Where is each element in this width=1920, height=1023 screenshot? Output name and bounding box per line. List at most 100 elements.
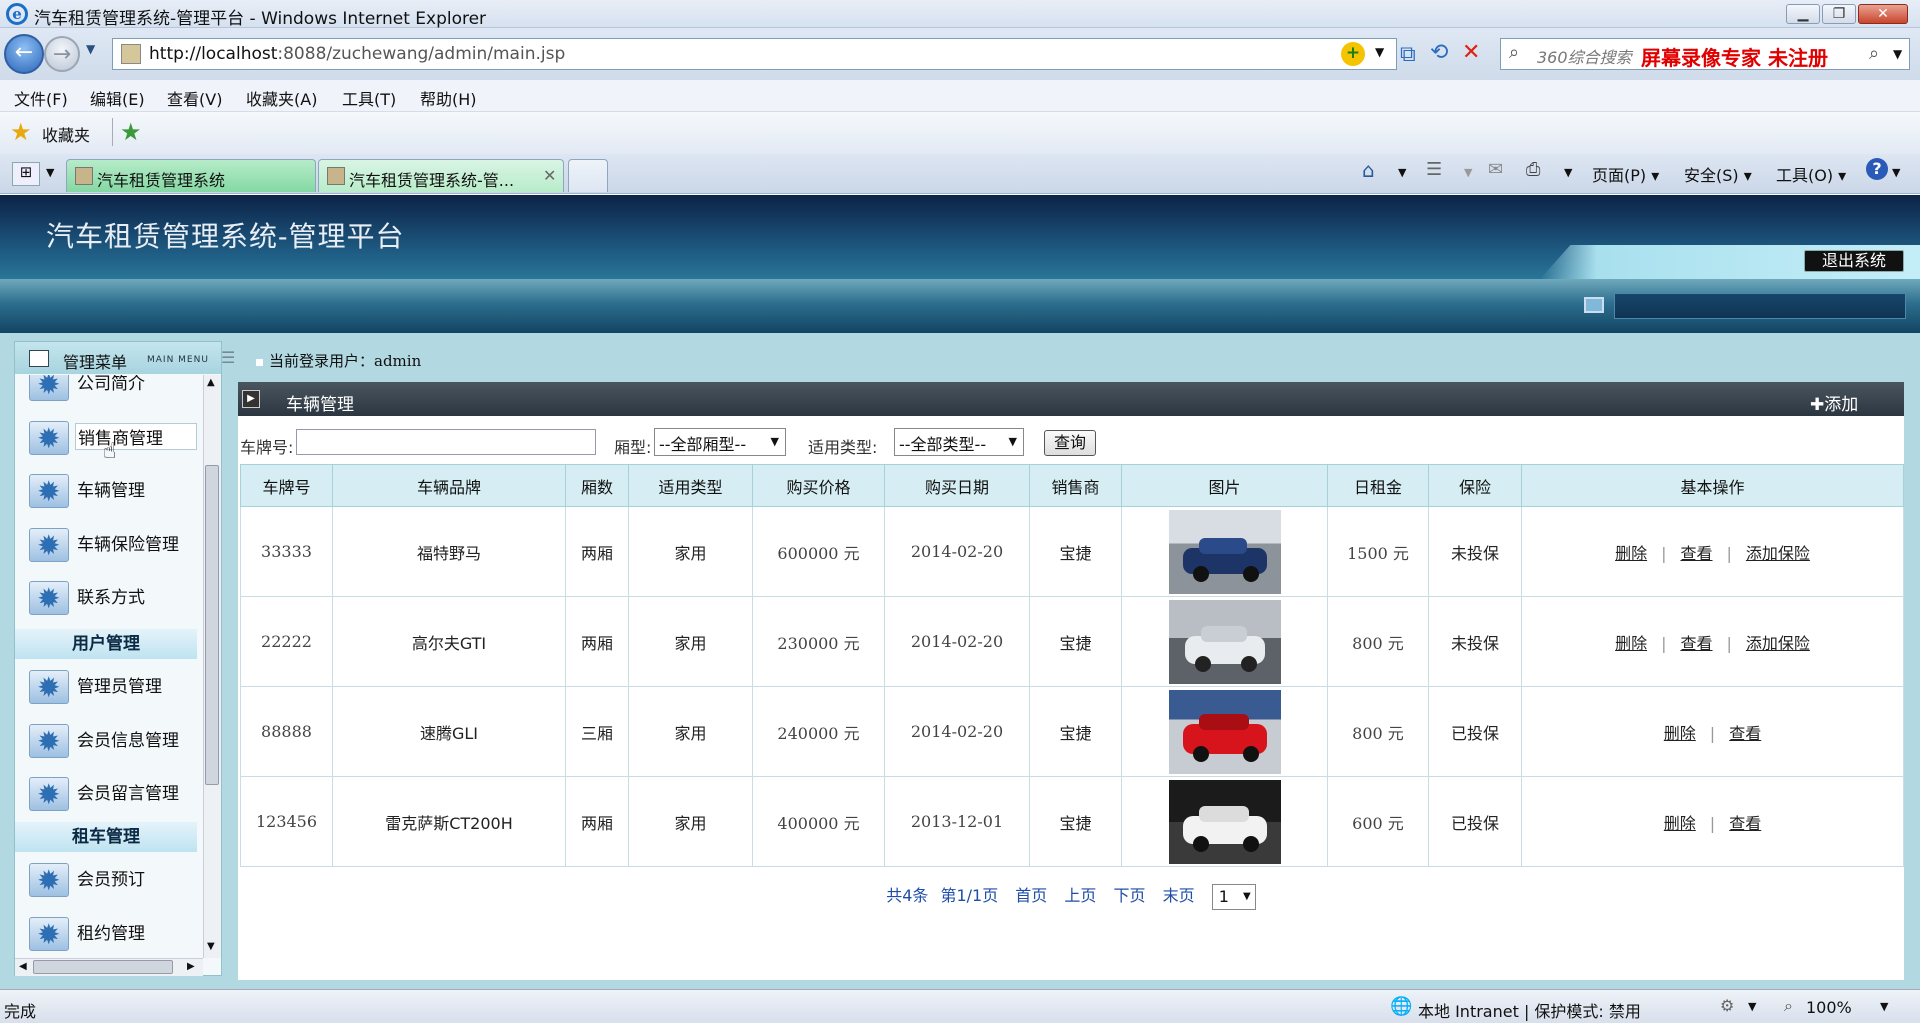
- feeds-icon[interactable]: ☰: [1426, 159, 1442, 180]
- delete-link[interactable]: 删除: [1615, 634, 1647, 653]
- feeds-dropdown-icon[interactable]: ▼: [1464, 166, 1472, 179]
- delete-link[interactable]: 删除: [1664, 814, 1696, 833]
- menu-view[interactable]: 查看(V): [167, 86, 222, 110]
- compat-icon[interactable]: +: [1341, 42, 1365, 66]
- tab-home[interactable]: 汽车租赁管理系统: [66, 159, 316, 192]
- sidebar-horizontal-scrollbar[interactable]: ◀ ▶: [15, 958, 203, 976]
- current-user: admin: [374, 352, 422, 370]
- sidebar-item-company[interactable]: 公司简介: [29, 375, 203, 405]
- add-insurance-link[interactable]: 添加保险: [1746, 544, 1810, 563]
- delete-link[interactable]: 删除: [1664, 724, 1696, 743]
- sidebar-item-admins[interactable]: 管理员管理: [29, 664, 203, 708]
- help-dropdown-icon[interactable]: ▼: [1892, 166, 1900, 179]
- address-field[interactable]: http://localhost:8088/zuchewang/admin/ma…: [112, 38, 1397, 70]
- minimize-button[interactable]: ▁: [1786, 4, 1820, 24]
- address-url[interactable]: http://localhost:8088/zuchewang/admin/ma…: [149, 44, 565, 64]
- search-field[interactable]: ⌕ 360综合搜索 屏幕录像专家 未注册 ⌕ ▼: [1500, 38, 1910, 70]
- menu-edit[interactable]: 编辑(E): [90, 86, 145, 110]
- protected-mode-icon[interactable]: ⚙: [1720, 996, 1734, 1015]
- tab-close-icon[interactable]: ✕: [543, 166, 556, 185]
- view-link[interactable]: 查看: [1729, 724, 1761, 743]
- compatibility-view-icon[interactable]: ⧉: [1400, 42, 1416, 67]
- scroll-up-icon[interactable]: ▲: [207, 377, 215, 388]
- sidebar-item-dealer[interactable]: 销售商管理☝: [29, 415, 203, 464]
- print-icon[interactable]: ⎙: [1526, 159, 1540, 180]
- tab-list-dropdown-icon[interactable]: ▼: [46, 166, 54, 179]
- plate-input[interactable]: [296, 429, 596, 455]
- menu-favorites[interactable]: 收藏夹(A): [246, 86, 317, 110]
- sidebar-item-bookings[interactable]: 会员预订: [29, 857, 203, 901]
- sidebar-item-leases[interactable]: 租约管理: [29, 911, 203, 955]
- refresh-icon[interactable]: ⟲: [1430, 40, 1448, 65]
- view-link[interactable]: 查看: [1680, 634, 1712, 653]
- sidebar-section-user[interactable]: 用户管理: [15, 629, 197, 659]
- zoom-level[interactable]: 100%: [1806, 998, 1852, 1017]
- scroll-down-icon[interactable]: ▼: [207, 941, 215, 952]
- query-button[interactable]: 查询: [1044, 430, 1096, 456]
- scroll-left-icon[interactable]: ◀: [19, 961, 27, 972]
- logout-button[interactable]: 退出系统: [1804, 250, 1904, 272]
- maximize-button[interactable]: ❐: [1822, 4, 1856, 24]
- hscroll-thumb[interactable]: [33, 960, 173, 974]
- car-photo[interactable]: [1168, 689, 1281, 774]
- car-photo[interactable]: [1168, 599, 1281, 684]
- safety-menu[interactable]: 安全(S) ▾: [1684, 162, 1752, 186]
- cell-insurance: 已投保: [1428, 776, 1522, 867]
- protected-dropdown-icon[interactable]: ▼: [1748, 1000, 1756, 1013]
- view-link[interactable]: 查看: [1680, 544, 1712, 563]
- mail-icon[interactable]: ✉: [1488, 159, 1503, 180]
- add-vehicle-button[interactable]: ✚添加: [1810, 390, 1858, 415]
- help-icon[interactable]: ?: [1866, 158, 1888, 180]
- page-select[interactable]: 1: [1211, 883, 1256, 910]
- menu-tools[interactable]: 工具(T): [342, 86, 396, 110]
- sidebar-item-insurance[interactable]: 车辆保险管理: [29, 522, 203, 566]
- scroll-thumb[interactable]: [205, 465, 219, 785]
- favorites-button[interactable]: 收藏夹: [42, 122, 90, 146]
- security-zone[interactable]: 本地 Intranet | 保护模式: 禁用: [1418, 998, 1641, 1022]
- tab-admin[interactable]: 汽车租赁管理系统-管... ✕: [318, 159, 564, 192]
- history-dropdown-icon[interactable]: ▼: [86, 42, 95, 56]
- new-tab-button[interactable]: [568, 159, 608, 192]
- home-icon[interactable]: ⌂: [1362, 158, 1375, 182]
- print-dropdown-icon[interactable]: ▼: [1564, 166, 1572, 179]
- pager-next[interactable]: 下页: [1114, 886, 1146, 905]
- url-dropdown-icon[interactable]: ▼: [1375, 45, 1384, 59]
- car-photo[interactable]: [1168, 509, 1281, 594]
- add-insurance-link[interactable]: 添加保险: [1746, 634, 1810, 653]
- search-dropdown-icon[interactable]: ▼: [1893, 47, 1902, 61]
- gear-icon: [29, 421, 69, 455]
- stop-icon[interactable]: ✕: [1462, 40, 1480, 65]
- menu-file[interactable]: 文件(F): [14, 86, 68, 110]
- forward-button[interactable]: →: [44, 36, 80, 72]
- back-button[interactable]: ←: [4, 34, 44, 74]
- sidebar-item-contact[interactable]: 联系方式: [29, 575, 203, 619]
- add-favorite-icon[interactable]: ★: [120, 118, 142, 146]
- box-type-select[interactable]: --全部厢型--: [654, 428, 786, 456]
- tools-menu[interactable]: 工具(O) ▾: [1776, 162, 1846, 186]
- close-window-button[interactable]: ✕: [1858, 4, 1908, 24]
- app-header: 汽车租赁管理系统-管理平台 退出系统: [0, 195, 1920, 279]
- pager-prev[interactable]: 上页: [1064, 886, 1096, 905]
- search-go-icon[interactable]: ⌕: [1869, 43, 1879, 64]
- zoom-dropdown-icon[interactable]: ▼: [1880, 1000, 1888, 1013]
- pager-last[interactable]: 末页: [1163, 886, 1195, 905]
- vehicle-table: 车牌号 车辆品牌 厢数 适用类型 购买价格 购买日期 销售商 图片 日租金 保险…: [240, 464, 1904, 867]
- sidebar-item-members[interactable]: 会员信息管理: [29, 718, 203, 762]
- quick-tabs-icon[interactable]: ⊞: [12, 162, 40, 186]
- sidebar-item-vehicles[interactable]: 车辆管理: [29, 468, 203, 512]
- usage-type-select[interactable]: --全部类型--: [894, 428, 1024, 456]
- pager-first[interactable]: 首页: [1015, 886, 1047, 905]
- scroll-right-icon[interactable]: ▶: [187, 961, 195, 972]
- sidebar-section-rent[interactable]: 租车管理: [15, 822, 197, 852]
- zoom-icon[interactable]: ⌕: [1784, 996, 1793, 1016]
- page-menu[interactable]: 页面(P) ▾: [1592, 162, 1659, 186]
- sidebar-vertical-scrollbar[interactable]: ▲ ▼: [203, 375, 221, 958]
- view-link[interactable]: 查看: [1729, 814, 1761, 833]
- home-dropdown-icon[interactable]: ▼: [1398, 166, 1406, 179]
- car-photo[interactable]: [1168, 779, 1281, 864]
- delete-link[interactable]: 删除: [1615, 544, 1647, 563]
- sidebar-toggle-icon[interactable]: ☰: [221, 348, 235, 367]
- page-favicon-icon: [121, 44, 141, 64]
- menu-help[interactable]: 帮助(H): [420, 86, 477, 110]
- sidebar-item-messages[interactable]: 会员留言管理: [29, 771, 203, 815]
